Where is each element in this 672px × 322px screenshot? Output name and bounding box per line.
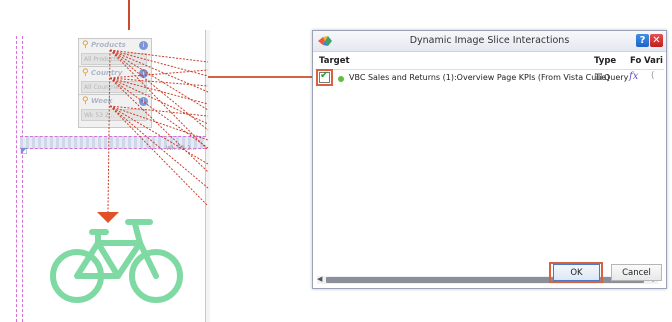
arrow-down-icon [97,212,119,223]
column-header-formula[interactable]: Fo [630,56,641,66]
interaction-lines [107,49,209,213]
grid-header: Target Type Fo Vari [315,52,664,70]
column-header-type[interactable]: Type [594,56,616,66]
interactions-grid: Target Type Fo Vari ✔ VBC Sales and Retu… [315,52,664,284]
bicycle-icon [50,219,183,303]
checkbox-highlight [316,69,333,86]
table-row[interactable]: ✔ VBC Sales and Returns (1):Overview Pag… [315,69,664,88]
column-header-variable[interactable]: Vari [644,56,663,66]
help-button[interactable]: ? [636,34,649,47]
dialog-titlebar[interactable]: Dynamic Image Slice Interactions ? ✕ [313,31,666,52]
dynamic-image-slice-dialog: Dynamic Image Slice Interactions ? ✕ Tar… [312,30,667,289]
formula-icon[interactable]: fx [629,71,638,82]
close-button[interactable]: ✕ [650,34,663,47]
target-name: VBC Sales and Returns (1):Overview Page … [349,73,610,82]
query-icon: ▤ [594,72,603,82]
variable-icon[interactable]: ( [651,71,655,81]
horizontal-scrollbar[interactable]: ◀ ▶ [317,275,658,284]
dialog-title: Dynamic Image Slice Interactions [409,35,570,46]
column-header-target[interactable]: Target [319,56,350,66]
cancel-button[interactable]: Cancel [611,264,662,281]
scroll-left-icon[interactable]: ◀ [317,275,322,283]
target-type: Query [604,73,629,82]
status-dot-icon [338,76,344,82]
ok-button[interactable]: OK [553,264,600,281]
